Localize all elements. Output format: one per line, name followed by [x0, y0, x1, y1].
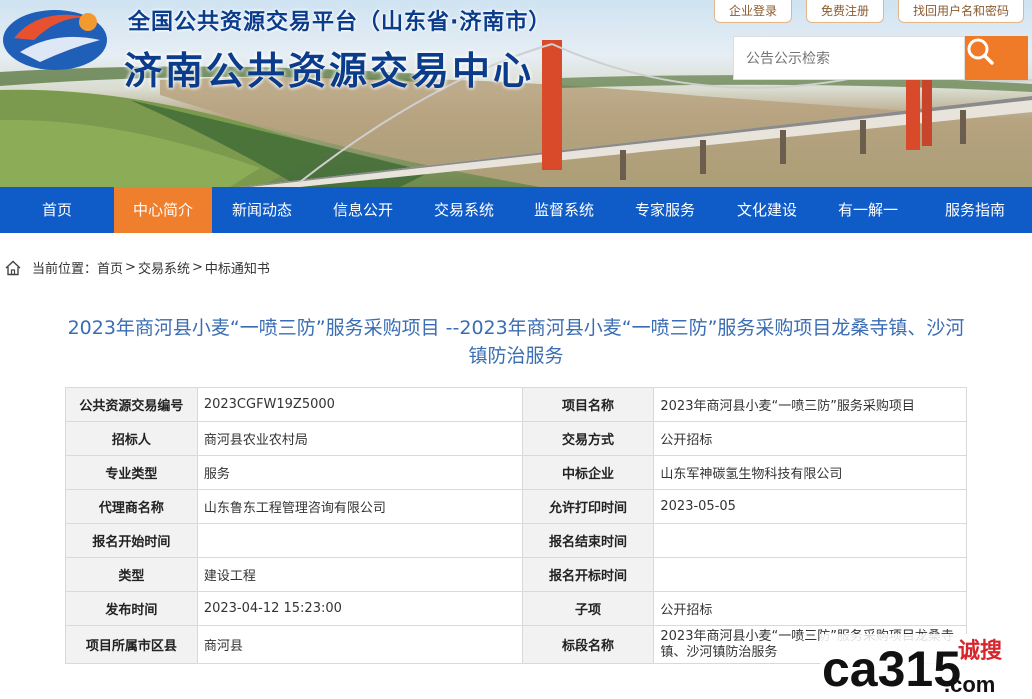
cell-value: 2023-04-12 15:23:00: [196, 591, 523, 626]
award-info-table: 公共资源交易编号 2023CGFW19Z5000 项目名称 2023年商河县小麦…: [65, 387, 967, 664]
breadcrumb-separator: >: [125, 260, 136, 275]
breadcrumb-home[interactable]: 首页: [97, 258, 123, 277]
cell-value: [653, 523, 967, 558]
nav-item-culture[interactable]: 文化建设: [716, 187, 818, 233]
table-row: 代理商名称 山东鲁东工程管理咨询有限公司 允许打印时间 2023-05-05: [65, 489, 967, 524]
cell-label: 报名开标时间: [521, 557, 655, 592]
cell-label: 代理商名称: [65, 489, 198, 524]
cell-value: 2023-05-05: [653, 489, 967, 524]
breadcrumb-current: 中标通知书: [204, 262, 270, 277]
cell-label: 中标企业: [521, 455, 655, 490]
nav-item-trading-system[interactable]: 交易系统: [414, 187, 514, 233]
table-row: 公共资源交易编号 2023CGFW19Z5000 项目名称 2023年商河县小麦…: [65, 387, 967, 422]
cell-label: 子项: [521, 591, 655, 626]
watermark-brand: ca315: [822, 641, 961, 696]
cell-value: [653, 557, 967, 592]
cell-value: 商河县农业农村局: [196, 421, 523, 456]
cell-value: [196, 523, 523, 558]
cell-value: 2023年商河县小麦“一喷三防”服务采购项目: [653, 387, 967, 422]
nav-item-news[interactable]: 新闻动态: [212, 187, 312, 233]
breadcrumb-prefix: 当前位置：: [32, 262, 98, 277]
cell-label: 报名结束时间: [521, 523, 655, 558]
cell-value: 山东军神碳氢生物科技有限公司: [653, 455, 967, 490]
nav-item-supervision[interactable]: 监督系统: [514, 187, 614, 233]
watermark-domain: .com: [944, 672, 995, 696]
login-link[interactable]: 企业登录: [713, 0, 792, 23]
table-row: 报名开始时间 报名结束时间: [65, 523, 967, 558]
watermark-slogan: 诚搜: [958, 639, 1003, 664]
cell-label: 项目所属市区县: [65, 625, 198, 664]
nav-item-expert-service[interactable]: 专家服务: [614, 187, 716, 233]
search-input[interactable]: [733, 36, 965, 80]
platform-title: 全国公共资源交易平台（山东省·济南市）: [128, 10, 552, 35]
breadcrumb-trading-system[interactable]: 交易系统: [138, 258, 190, 277]
cell-value: 2023CGFW19Z5000: [196, 387, 523, 422]
cell-label: 招标人: [65, 421, 198, 456]
cell-value: 商河县: [196, 625, 523, 664]
cell-label: 允许打印时间: [521, 489, 655, 524]
cell-label: 报名开始时间: [65, 523, 198, 558]
search-icon: [967, 38, 994, 65]
cell-label: 发布时间: [65, 591, 198, 626]
breadcrumb: 当前位置： 首页 > 交易系统 > 中标通知书: [4, 258, 270, 277]
logo[interactable]: [0, 0, 110, 74]
center-title: 济南公共资源交易中心: [124, 49, 535, 93]
main-nav: 首页 中心简介 新闻动态 信息公开 交易系统 监督系统 专家服务 文化建设 有一…: [0, 187, 1032, 233]
nav-item-problem-solving[interactable]: 有一解一: [818, 187, 918, 233]
ca315-watermark-logo: ca315 .com 诚搜: [820, 634, 1028, 696]
table-row: 专业类型 服务 中标企业 山东军神碳氢生物科技有限公司: [65, 455, 967, 490]
cell-label: 公共资源交易编号: [65, 387, 198, 422]
table-row: 发布时间 2023-04-12 15:23:00 子项 公开招标: [65, 591, 967, 626]
table-row: 招标人 商河县农业农村局 交易方式 公开招标: [65, 421, 967, 456]
cell-label: 专业类型: [65, 455, 198, 490]
recover-account-link[interactable]: 找回用户名和密码: [897, 0, 1024, 23]
cell-value: 服务: [196, 455, 523, 490]
top-links: 企业登录 免费注册 找回用户名和密码: [713, 0, 1024, 23]
cell-value: 公开招标: [653, 591, 967, 626]
header-banner: 全国公共资源交易平台（山东省·济南市） 济南公共资源交易中心 企业登录 免费注册…: [0, 0, 1032, 187]
register-link[interactable]: 免费注册: [805, 0, 884, 23]
cell-value: 山东鲁东工程管理咨询有限公司: [196, 489, 523, 524]
cell-label: 类型: [65, 557, 198, 592]
cell-label: 标段名称: [521, 625, 655, 664]
table-row: 类型 建设工程 报名开标时间: [65, 557, 967, 592]
nav-item-home[interactable]: 首页: [0, 187, 114, 233]
cell-value: 公开招标: [653, 421, 967, 456]
breadcrumb-separator: >: [191, 260, 203, 275]
cell-label: 交易方式: [521, 421, 655, 456]
document-title: 2023年商河县小麦“一喷三防”服务采购项目 --2023年商河县小麦“一喷三防…: [67, 317, 965, 367]
cell-label: 项目名称: [521, 387, 655, 422]
search-button[interactable]: [965, 36, 1028, 80]
home-icon: [5, 260, 21, 275]
nav-item-service-guide[interactable]: 服务指南: [918, 187, 1032, 233]
cell-value: 建设工程: [196, 557, 523, 592]
nav-item-disclosure[interactable]: 信息公开: [312, 187, 414, 233]
nav-item-about[interactable]: 中心简介: [114, 187, 212, 233]
